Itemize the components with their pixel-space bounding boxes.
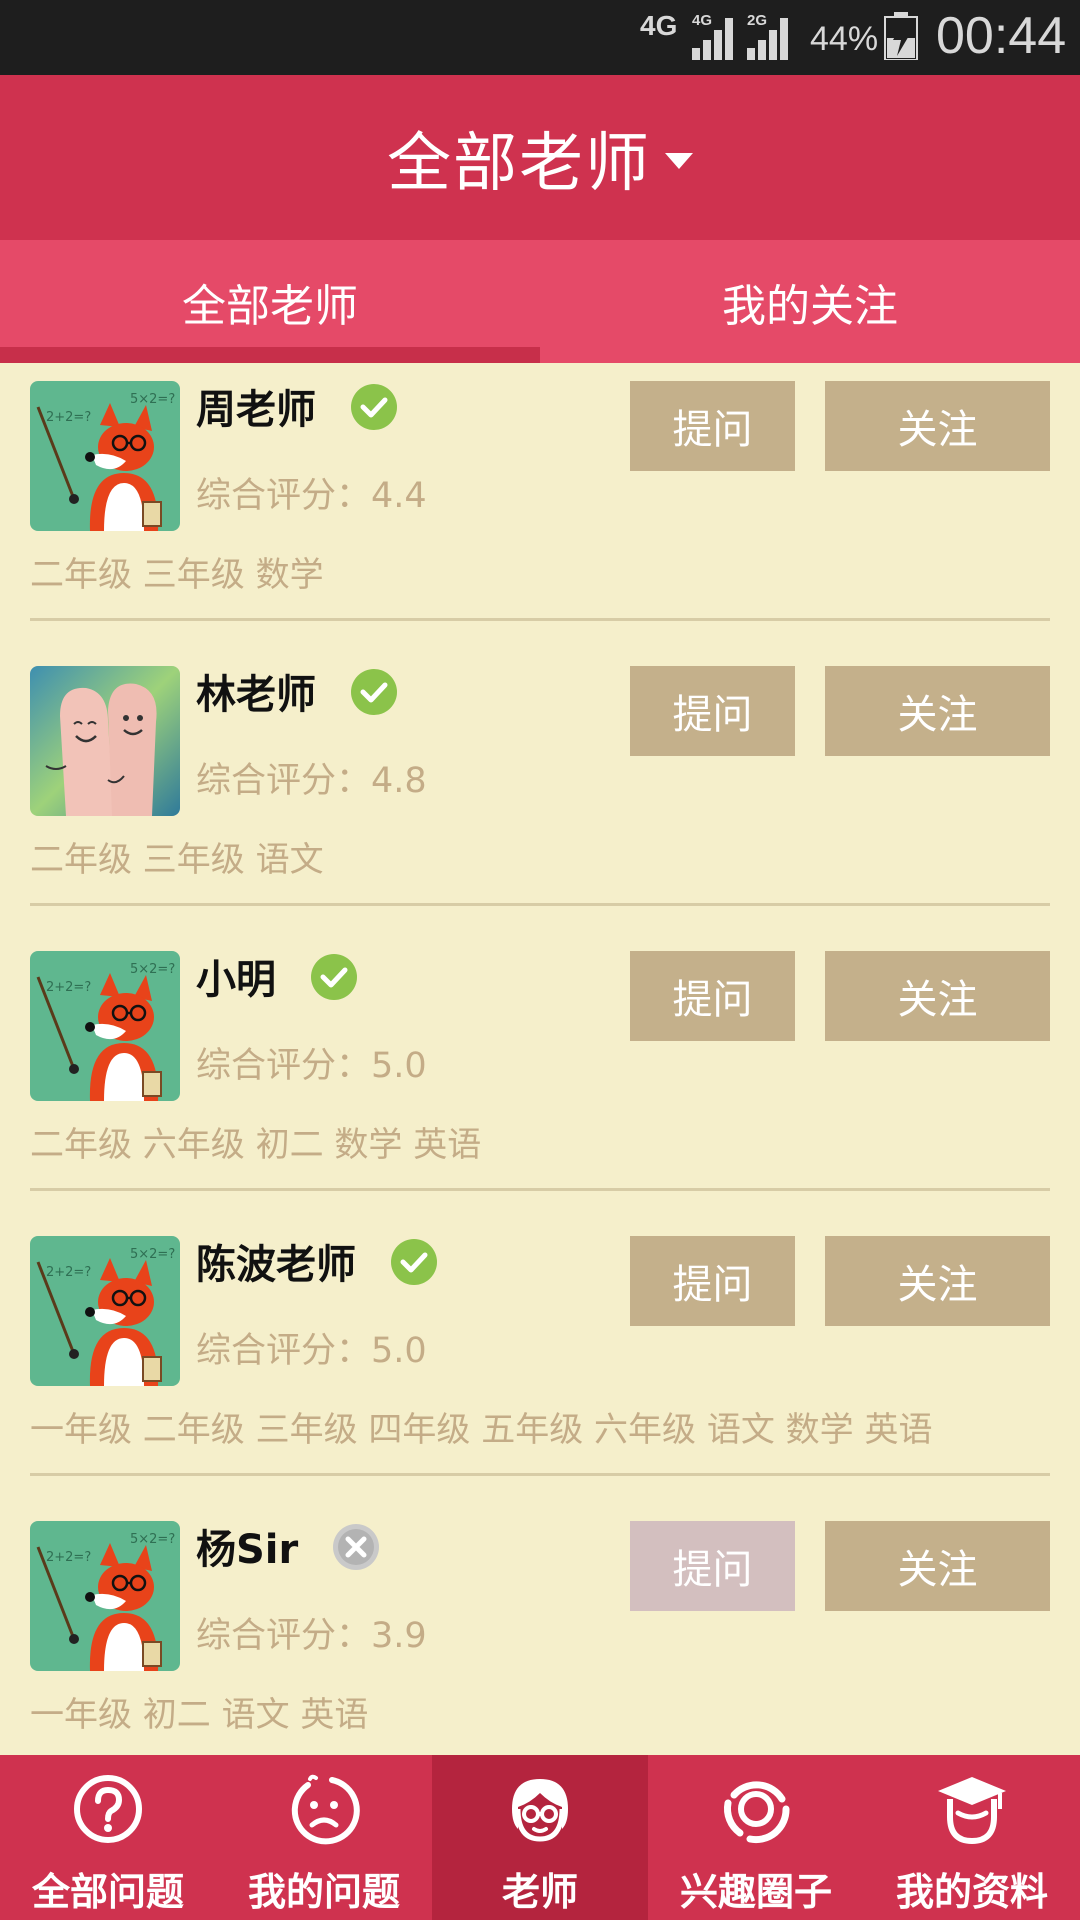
svg-text:2+2=?: 2+2=? xyxy=(46,1550,91,1565)
nav-label: 我的资料 xyxy=(895,1870,1048,1914)
svg-text:5×2=?: 5×2=? xyxy=(130,1532,175,1547)
battery-percent: 44% xyxy=(810,20,879,58)
verified-check-icon xyxy=(390,1238,438,1286)
nav-label: 兴趣圈子 xyxy=(679,1870,832,1914)
ask-question-button[interactable]: 提问 xyxy=(630,1521,795,1611)
teacher-row[interactable]: 2+2=? 5×2=? 杨Sir 综合评分：3.9 一年级 初二 语文 英语 提问关… xyxy=(0,1503,1080,1755)
sim2-label: 2G xyxy=(747,12,768,29)
nav-my-questions[interactable]: 我的问题 xyxy=(216,1755,432,1920)
signal-sim1-icon: 4G xyxy=(690,12,740,60)
teacher-avatar[interactable] xyxy=(30,666,180,816)
status-bar: 4G 4G 2G 44% 00:44 xyxy=(0,0,1080,75)
nav-label: 老师 xyxy=(501,1870,578,1914)
verified-check-icon xyxy=(310,953,358,1001)
nav-label: 我的问题 xyxy=(247,1870,400,1914)
nav-my-profile[interactable]: 我的资料 xyxy=(864,1755,1080,1920)
nav-interest-circles[interactable]: 兴趣圈子 xyxy=(648,1755,864,1920)
teacher-name: 陈波老师 xyxy=(196,1242,356,1288)
teacher-avatar[interactable]: 2+2=? 5×2=? xyxy=(30,1236,180,1386)
teacher-row[interactable]: 2+2=? 5×2=? 小明 综合评分：5.0 二年级 六年级 初二 数学 英语 提… xyxy=(0,933,1080,1218)
clock: 00:44 xyxy=(936,7,1067,65)
follow-button[interactable]: 关注 xyxy=(825,1236,1050,1326)
teacher-grades-subjects: 一年级 二年级 三年级 四年级 五年级 六年级 语文 数学 英语 xyxy=(30,1410,933,1450)
bottom-nav: 全部问题 我的问题 老师 兴趣圈子 我的资料 xyxy=(0,1755,1080,1920)
header-bar[interactable]: 全部老师 xyxy=(0,75,1080,240)
svg-text:5×2=?: 5×2=? xyxy=(130,962,175,977)
svg-text:2+2=?: 2+2=? xyxy=(46,1265,91,1280)
svg-text:5×2=?: 5×2=? xyxy=(130,392,175,407)
unverified-cross-icon xyxy=(332,1523,380,1571)
ask-question-button[interactable]: 提问 xyxy=(630,1236,795,1326)
teacher-row[interactable]: 2+2=? 5×2=? 周老师 综合评分：4.4 二年级 三年级 数学 提问 关注 xyxy=(0,363,1080,648)
teacher-avatar[interactable]: 2+2=? 5×2=? xyxy=(30,1521,180,1671)
ask-question-button[interactable]: 提问 xyxy=(630,381,795,471)
sim1-label: 4G xyxy=(692,12,713,29)
signal-sim2-icon: 2G xyxy=(745,12,795,60)
teacher-avatar[interactable]: 2+2=? 5×2=? xyxy=(30,381,180,531)
nav-all-questions[interactable]: 全部问题 xyxy=(0,1755,216,1920)
graduate-cap-icon xyxy=(938,1777,1006,1845)
tab-my-follows[interactable]: 我的关注 xyxy=(540,240,1080,363)
teacher-rating: 综合评分：5.0 xyxy=(196,1331,427,1371)
teacher-name: 林老师 xyxy=(196,672,316,718)
verified-check-icon xyxy=(350,383,398,431)
teacher-grades-subjects: 二年级 三年级 语文 xyxy=(30,840,324,880)
ask-question-button[interactable]: 提问 xyxy=(630,666,795,756)
nav-label: 全部问题 xyxy=(31,1870,184,1914)
teacher-name: 小明 xyxy=(196,957,276,1003)
dropdown-caret-icon[interactable] xyxy=(665,152,693,169)
tab-label: 我的关注 xyxy=(722,280,898,332)
svg-text:5×2=?: 5×2=? xyxy=(130,1247,175,1262)
follow-button[interactable]: 关注 xyxy=(825,381,1050,471)
page-title[interactable]: 全部老师 xyxy=(387,112,651,204)
tab-label: 全部老师 xyxy=(182,280,358,332)
teacher-rating: 综合评分：3.9 xyxy=(196,1616,427,1656)
follow-button[interactable]: 关注 xyxy=(825,951,1050,1041)
circle-ring-icon xyxy=(724,1781,790,1844)
teacher-rating: 综合评分：4.4 xyxy=(196,476,427,516)
tab-all-teachers[interactable]: 全部老师 xyxy=(0,240,540,363)
teacher-avatar[interactable]: 2+2=? 5×2=? xyxy=(30,951,180,1101)
teacher-rating: 综合评分：5.0 xyxy=(196,1046,427,1086)
row-divider xyxy=(30,1188,1050,1191)
verified-check-icon xyxy=(350,668,398,716)
active-tab-indicator xyxy=(0,347,540,363)
battery-charging-icon xyxy=(884,12,918,60)
row-divider xyxy=(30,903,1050,906)
svg-text:2+2=?: 2+2=? xyxy=(46,410,91,425)
teacher-name: 周老师 xyxy=(196,387,316,433)
nav-teachers[interactable]: 老师 xyxy=(432,1755,648,1920)
row-divider xyxy=(30,1473,1050,1476)
teacher-row[interactable]: 2+2=? 5×2=? 陈波老师 综合评分：5.0 一年级 二年级 三年级 四年级… xyxy=(0,1218,1080,1503)
svg-text:2+2=?: 2+2=? xyxy=(46,980,91,995)
ask-question-button[interactable]: 提问 xyxy=(630,951,795,1041)
teacher-name: 杨Sir xyxy=(196,1527,299,1573)
teacher-grades-subjects: 二年级 六年级 初二 数学 英语 xyxy=(30,1125,482,1165)
teacher-rating: 综合评分：4.8 xyxy=(196,761,427,801)
row-divider xyxy=(30,618,1050,621)
teacher-grades-subjects: 二年级 三年级 数学 xyxy=(30,555,324,595)
teacher-row[interactable]: 林老师 综合评分：4.8 二年级 三年级 语文 提问 关注 xyxy=(0,648,1080,933)
tab-bar: 全部老师 我的关注 xyxy=(0,240,1080,363)
network-type: 4G xyxy=(640,10,678,41)
question-circle-icon xyxy=(74,1775,142,1843)
confused-face-icon xyxy=(291,1774,360,1845)
teacher-list[interactable]: 2+2=? 5×2=? 周老师 综合评分：4.4 二年级 三年级 数学 提问 关注 xyxy=(0,363,1080,1755)
teacher-face-icon xyxy=(512,1779,568,1842)
teacher-grades-subjects: 一年级 初二 语文 英语 xyxy=(30,1695,369,1735)
follow-button[interactable]: 关注 xyxy=(825,666,1050,756)
follow-button[interactable]: 关注 xyxy=(825,1521,1050,1611)
